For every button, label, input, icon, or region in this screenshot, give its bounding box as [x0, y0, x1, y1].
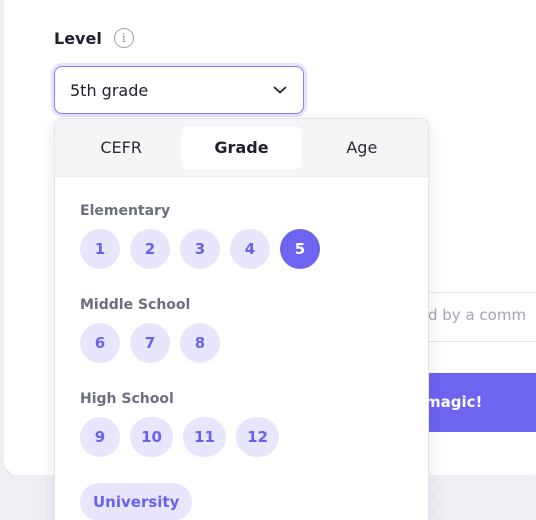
grade-chip-7[interactable]: 7	[130, 323, 170, 363]
grade-chip-group: 6 7 8	[80, 323, 220, 363]
section-middle-school: Middle School 6 7 8	[80, 297, 220, 363]
level-row: Level i	[54, 28, 134, 48]
generate-button-label: magic!	[425, 393, 483, 411]
prompt-input[interactable]: d by a comm	[415, 292, 536, 342]
level-label: Level	[54, 28, 102, 48]
tab-grade[interactable]: Grade	[181, 126, 302, 169]
prompt-input-placeholder: d by a comm	[428, 306, 527, 324]
info-icon[interactable]: i	[113, 28, 134, 48]
section-title: Middle School	[80, 297, 191, 313]
university-chip[interactable]: University	[80, 483, 193, 520]
grade-chip-group: University	[80, 483, 193, 520]
grade-chip-6[interactable]: 6	[80, 323, 120, 363]
grade-chip-12[interactable]: 12	[236, 417, 279, 457]
level-select-value: 5th grade	[70, 80, 149, 100]
grade-chip-8[interactable]: 8	[180, 323, 220, 363]
tab-age[interactable]: Age	[302, 127, 422, 169]
grade-chip-group: 1 2 3 4 5	[80, 229, 320, 269]
grade-chip-3[interactable]: 3	[180, 229, 220, 269]
grade-chip-4[interactable]: 4	[230, 229, 270, 269]
grade-chip-10[interactable]: 10	[130, 417, 173, 457]
grade-chip-5[interactable]: 5	[280, 229, 320, 269]
level-select[interactable]: 5th grade	[54, 66, 304, 114]
tab-cefr[interactable]: CEFR	[61, 127, 181, 169]
section-university: University	[80, 483, 193, 520]
level-select-focus-ring: 5th grade	[51, 63, 307, 117]
section-title: High School	[80, 391, 174, 407]
level-type-tabs: CEFR Grade Age	[55, 119, 428, 177]
grade-chip-9[interactable]: 9	[80, 417, 120, 457]
chevron-down-icon	[273, 86, 287, 94]
grade-chip-group: 9 10 11 12	[80, 417, 279, 457]
section-elementary: Elementary 1 2 3 4 5	[80, 203, 320, 269]
grade-chip-1[interactable]: 1	[80, 229, 120, 269]
section-title: Elementary	[80, 203, 171, 219]
section-high-school: High School 9 10 11 12	[80, 391, 279, 457]
grade-chip-11[interactable]: 11	[183, 417, 226, 457]
grade-chip-2[interactable]: 2	[130, 229, 170, 269]
level-dropdown-panel: CEFR Grade Age Elementary 1 2 3 4 5 Midd…	[54, 118, 429, 520]
